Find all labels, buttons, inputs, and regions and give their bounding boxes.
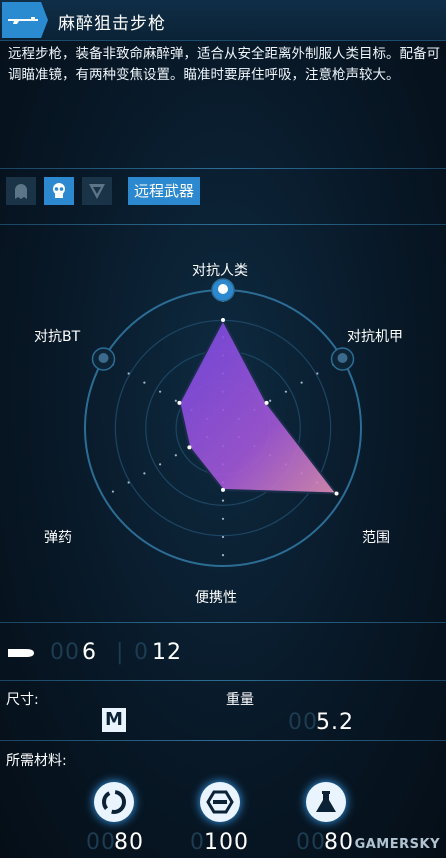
radar-axis-dot (221, 517, 225, 520)
radar-axis-dot (143, 472, 146, 475)
radar-axis-dot (158, 463, 162, 466)
radar-label-ammo: 弹药 (44, 530, 72, 546)
material-2-leading-zeros: 0 (190, 830, 205, 855)
radar-point (177, 400, 182, 405)
mech-icon (330, 347, 355, 371)
resin-material-icon (306, 782, 346, 822)
material-item (200, 782, 244, 826)
weight-leading-zeros: 00 (288, 710, 318, 735)
radar-point (221, 487, 225, 492)
radar-chart (84, 278, 362, 567)
weapon-header: 麻醉狙击步枪 (0, 0, 446, 41)
ammo-separator: | (116, 640, 125, 665)
weapon-description: 远程步枪，装备非致命麻醉弹，适合从安全距离外制服人类目标。配备可调瞄准镜，有两种… (8, 46, 440, 83)
material-item (306, 782, 350, 826)
radar-point (264, 400, 269, 405)
weapon-title: 麻醉狙击步枪 (58, 14, 166, 34)
weight-label: 重量 (226, 692, 254, 708)
radar-point (221, 317, 225, 322)
radar-axis-dot (300, 381, 303, 384)
radar-axis-dot (269, 399, 272, 402)
reserve-count: 12 (152, 640, 182, 665)
chemical-material-icon (94, 782, 134, 822)
metal-material-icon (200, 782, 240, 822)
material-item (94, 782, 138, 826)
material-1-leading-zeros: 00 (86, 830, 116, 855)
radar-point (334, 491, 339, 496)
magazine-leading-zeros: 00 (50, 640, 80, 665)
divider (0, 622, 446, 623)
divider (0, 224, 446, 225)
weight-value: 5.2 (316, 710, 354, 735)
weapon-detail-panel: 麻醉狙击步枪 远程步枪，装备非致命麻醉弹，适合从安全距离外制服人类目标。配备可调… (0, 0, 446, 858)
ammo-row: 00 6 | 0 12 (0, 628, 446, 680)
size-label: 尺寸: (6, 692, 39, 708)
weapon-stats-radar: 对抗人类 对抗机甲 范围 便携性 弹药 对抗BT (0, 248, 446, 618)
radar-label-range: 范围 (362, 530, 390, 546)
sniper-rifle-icon (2, 2, 48, 38)
ammo-icon (8, 649, 34, 657)
material-3-amount: 80 (324, 830, 354, 855)
ghost-icon (91, 347, 116, 371)
material-2-amount: 100 (204, 830, 249, 855)
divider (0, 680, 446, 681)
radar-axis-dot (221, 554, 225, 557)
radar-label-vs-bt: 对抗BT (34, 329, 81, 345)
magazine-count: 6 (82, 640, 97, 665)
radar-axis-dot (127, 481, 130, 484)
material-1-amount: 80 (114, 830, 144, 855)
radar-axis-dot (143, 381, 146, 384)
radar-label-vs-mech: 对抗机甲 (347, 329, 403, 345)
size-value: M (102, 708, 126, 732)
reserve-leading-zeros: 0 (134, 640, 149, 665)
radar-axis-dot (111, 490, 115, 493)
radar-axis-dot (221, 535, 225, 539)
radar-axis-dot (284, 390, 288, 393)
radar-label-vs-human: 对抗人类 (192, 263, 248, 279)
weapon-category-label: 远程武器 (128, 177, 201, 205)
radar-axis-dot (158, 390, 162, 393)
divider (0, 740, 446, 741)
skull-icon[interactable] (44, 177, 74, 205)
materials-label: 所需材料: (6, 753, 67, 769)
divider (0, 168, 446, 169)
material-3-leading-zeros: 00 (296, 830, 326, 855)
radar-axis-dot (174, 454, 177, 457)
radar-value-polygon (178, 317, 339, 495)
radar-axis-dot (127, 372, 130, 375)
radar-label-portability: 便携性 (195, 590, 237, 606)
skull-icon (211, 278, 235, 302)
radar-axis-dot (316, 372, 319, 375)
watermark: GAMERSKY (354, 837, 440, 852)
ghost-icon[interactable] (6, 177, 36, 205)
radar-axis-dot (221, 499, 225, 502)
radar-axis-dot (174, 399, 177, 402)
mech-icon[interactable] (82, 177, 112, 205)
radar-point (187, 445, 192, 450)
